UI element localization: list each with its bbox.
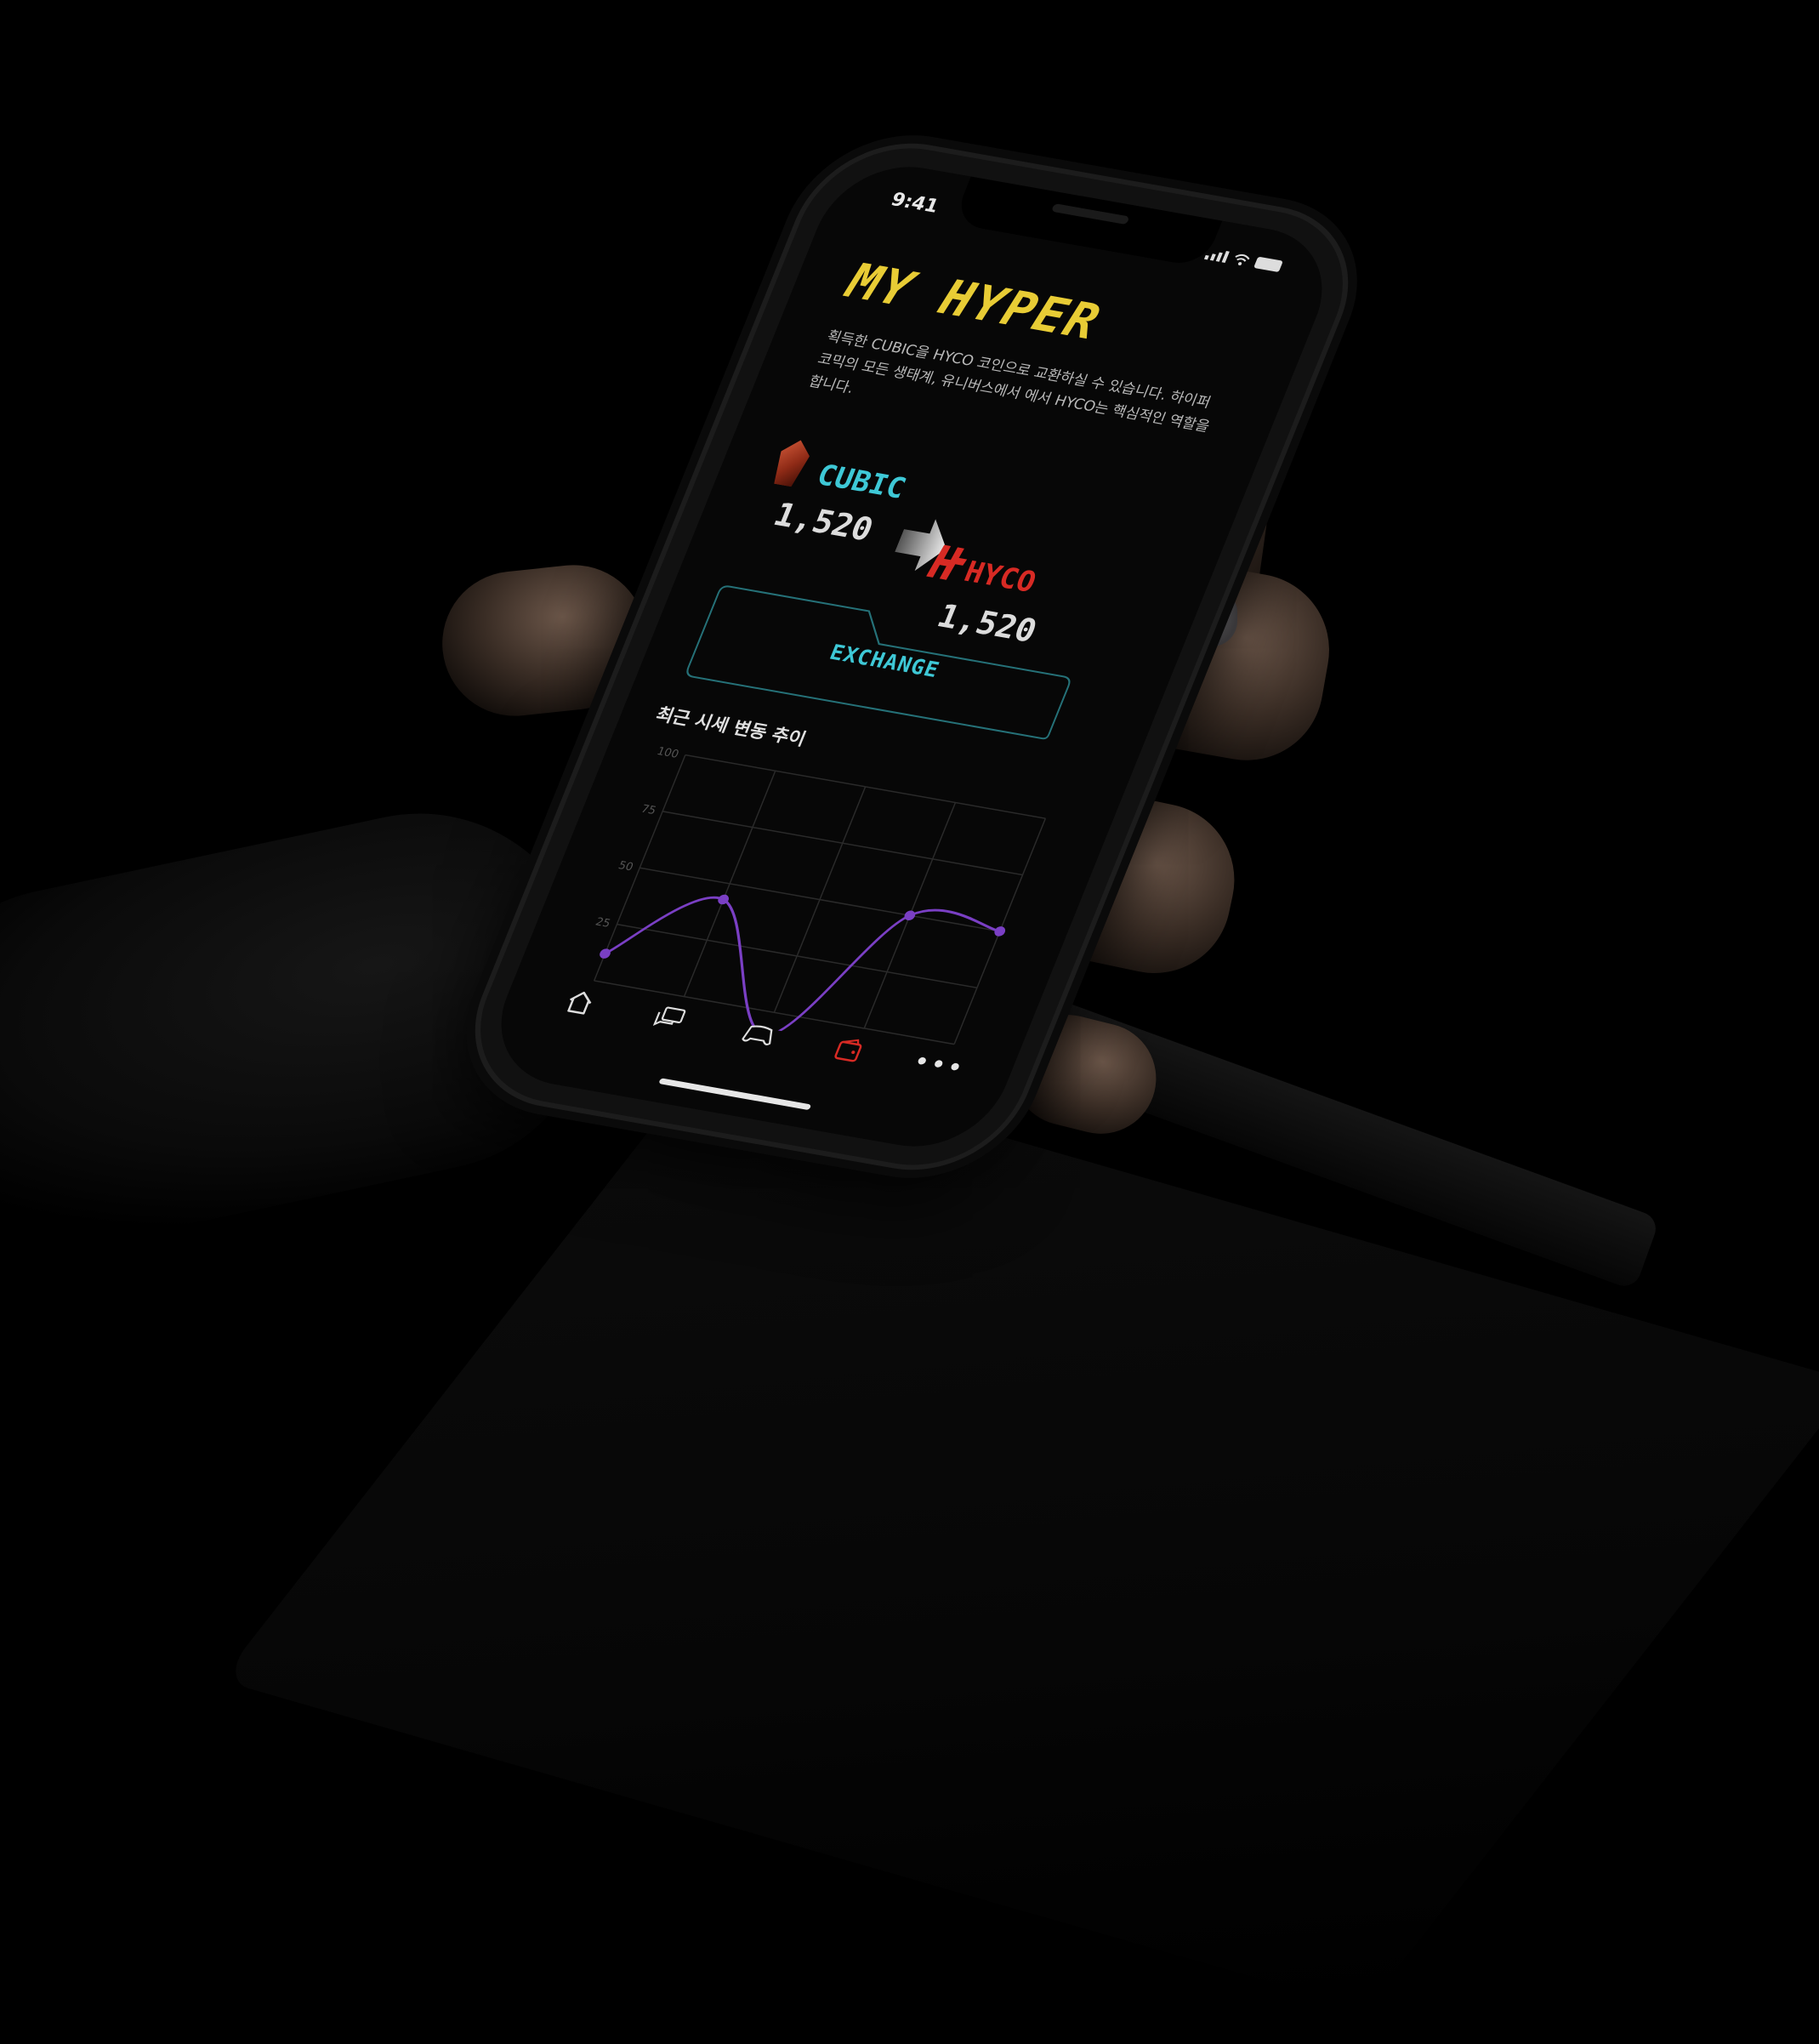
- y-tick-label: 25: [594, 916, 612, 931]
- grid-line-v: [773, 786, 867, 1013]
- y-tick-label: 75: [639, 803, 658, 817]
- tab-more[interactable]: •••: [908, 1045, 969, 1086]
- y-tick-label: 50: [617, 859, 635, 874]
- tab-home[interactable]: [554, 982, 605, 1023]
- battery-icon: [1253, 256, 1283, 273]
- gamepad-icon: [742, 1025, 773, 1045]
- more-icon: •••: [908, 1046, 969, 1085]
- status-time: 9:41: [887, 189, 942, 218]
- tab-chat[interactable]: [644, 997, 695, 1039]
- home-icon: [566, 991, 592, 1015]
- cubic-label: CUBIC: [811, 458, 911, 506]
- data-point: [904, 910, 916, 921]
- cubic-amount: 1,520: [768, 495, 879, 549]
- speaker: [1051, 203, 1130, 225]
- signal-icon: [1203, 248, 1230, 263]
- description-text: 획득한 CUBIC을 HYCO 코인으로 교환하실 수 있습니다. 하이퍼코믹의…: [805, 327, 1214, 436]
- tab-game[interactable]: [734, 1013, 785, 1055]
- hyco-label: HYCO: [959, 555, 1042, 600]
- cubic-gem-icon: [768, 438, 815, 488]
- y-tick-label: 100: [655, 745, 680, 760]
- grid-line-v: [593, 754, 686, 982]
- status-icons: [1203, 248, 1283, 273]
- wallet-icon: [834, 1039, 862, 1062]
- grid-line-v: [683, 771, 776, 997]
- chat-icon: [652, 1006, 686, 1027]
- tab-wallet[interactable]: [823, 1029, 874, 1071]
- wifi-icon: [1231, 253, 1251, 266]
- data-point: [994, 926, 1006, 937]
- home-indicator[interactable]: [658, 1078, 812, 1111]
- data-point: [600, 948, 611, 959]
